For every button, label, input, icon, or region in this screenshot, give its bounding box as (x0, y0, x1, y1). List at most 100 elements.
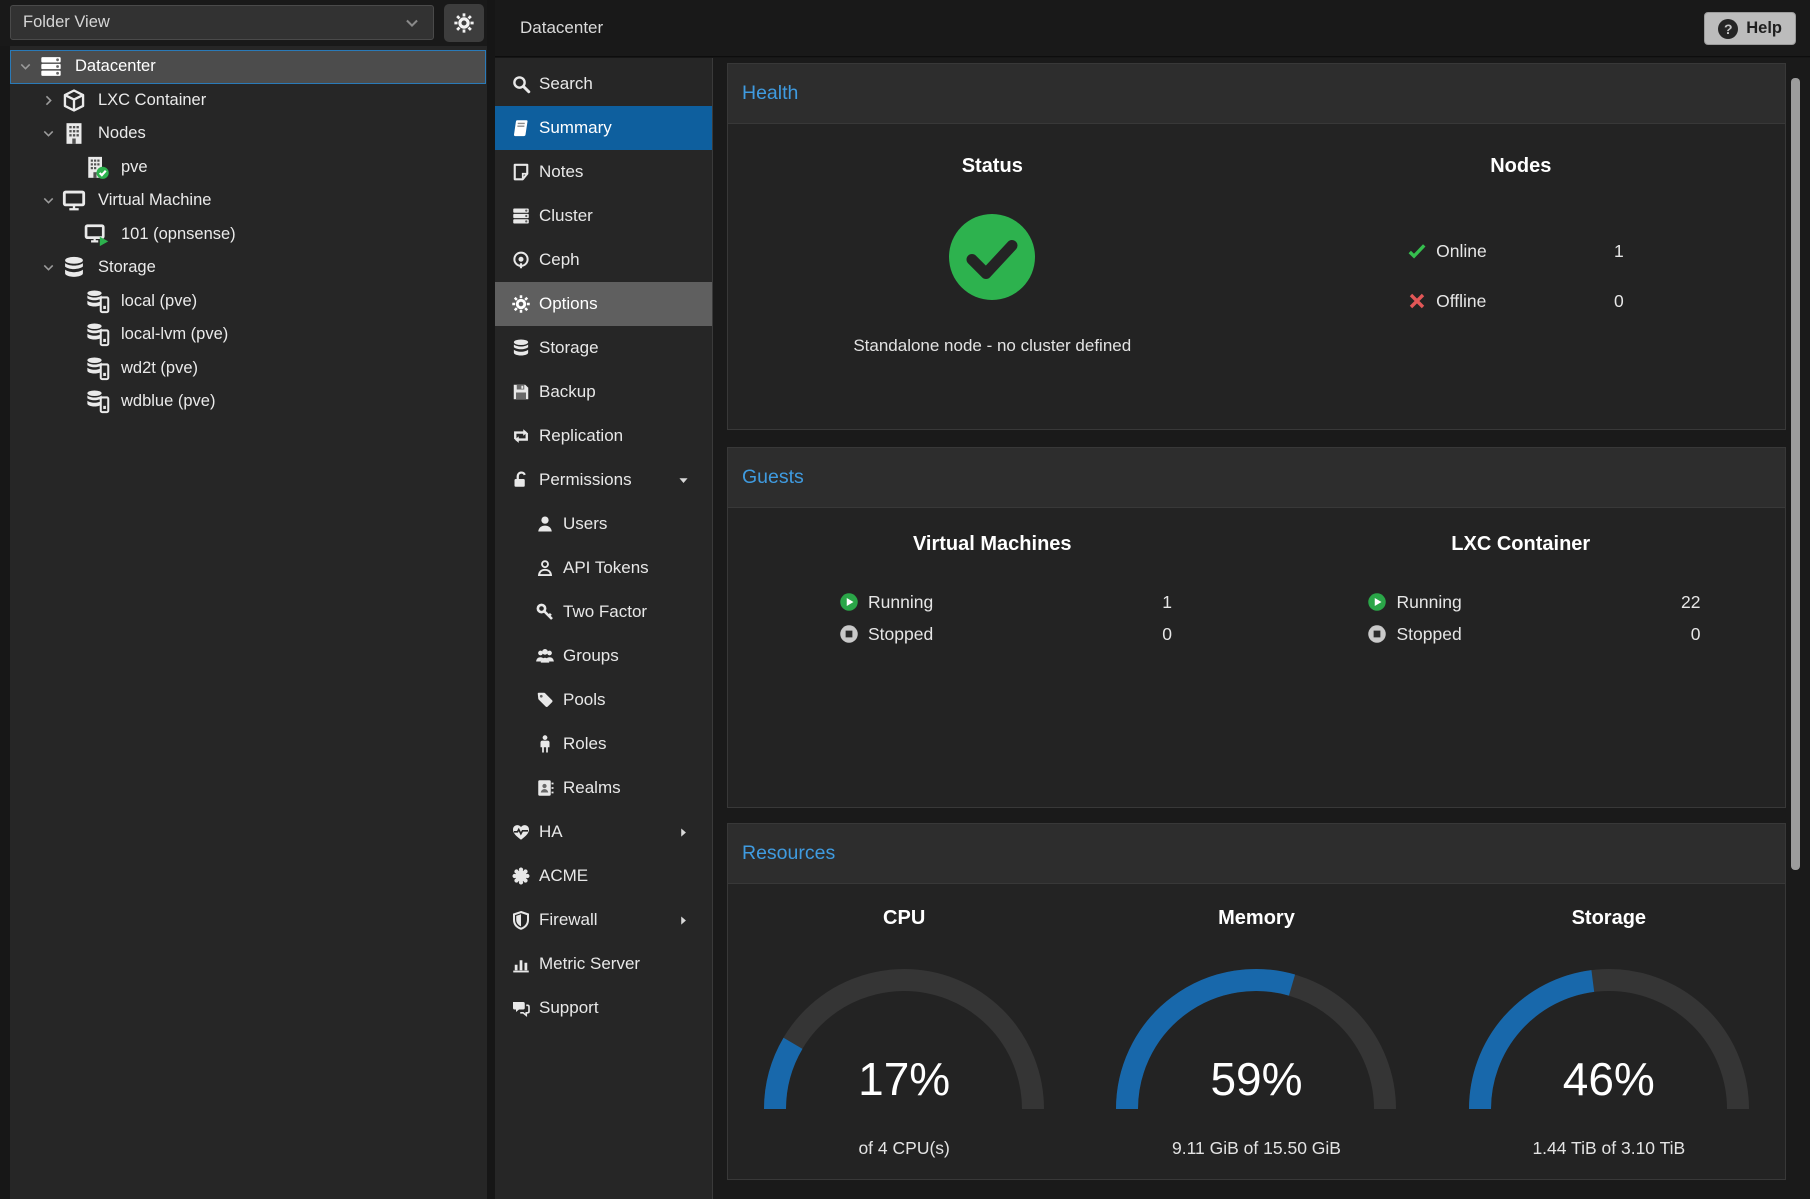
chevron-down-icon[interactable] (14, 59, 37, 75)
book-icon (509, 118, 533, 139)
chevron-down-icon[interactable] (37, 126, 60, 142)
server-icon (509, 206, 533, 227)
nav-item-metric-server[interactable]: Metric Server (495, 942, 712, 986)
nav-item-search[interactable]: Search (495, 62, 712, 106)
gauge-subtext: 1.44 TiB of 3.10 TiB (1433, 1138, 1785, 1159)
vertical-scrollbar-thumb[interactable] (1791, 78, 1800, 870)
datacenter-nav: SearchSummaryNotes Cluster CephOptions Stor… (495, 58, 713, 1199)
nav-item-summary[interactable]: Summary (495, 106, 712, 150)
tree-item-storage[interactable]: Storage (10, 251, 486, 285)
nav-item-options[interactable]: Options (495, 282, 712, 326)
question-circle-icon: ? (1718, 19, 1738, 39)
nav-item-label: Pools (563, 690, 606, 710)
chevron-down-icon[interactable] (37, 260, 60, 276)
tree-item-label: Virtual Machine (98, 191, 211, 210)
ceph-icon (509, 250, 533, 271)
nav-item-cluster[interactable]: Cluster (495, 194, 712, 238)
nav-item-pools[interactable]: Pools (495, 678, 712, 722)
status-label: Online (1436, 241, 1487, 262)
status-value: 1 (1162, 592, 1172, 613)
nav-item-api-tokens[interactable]: API Tokens (495, 546, 712, 590)
status-value: 0 (1614, 291, 1624, 312)
tree-item-wd2t-pve[interactable]: wd2t (pve) (10, 352, 486, 386)
note-icon (509, 162, 533, 183)
gauge-cpu: 17% (759, 964, 1049, 1124)
nav-item-groups[interactable]: Groups (495, 634, 712, 678)
nav-item-ha[interactable]: HA (495, 810, 712, 854)
nav-item-label: Permissions (539, 470, 632, 490)
tree-item-datacenter[interactable]: Datacenter (10, 50, 486, 84)
top-bar: Datacenter ? Help (495, 0, 1810, 57)
monitor-icon (60, 188, 88, 213)
status-value: 1 (1614, 241, 1624, 262)
nav-item-replication[interactable]: Replication (495, 414, 712, 458)
unlock-icon (509, 470, 533, 491)
tree-item-pve[interactable]: pve (10, 151, 486, 185)
nav-item-label: Cluster (539, 206, 593, 226)
tree-item-virtual-machine[interactable]: Virtual Machine (10, 184, 486, 218)
heartbeat-icon (509, 822, 533, 843)
nav-item-label: API Tokens (563, 558, 649, 578)
server-icon (37, 54, 65, 79)
nav-item-roles[interactable]: Roles (495, 722, 712, 766)
users-icon (533, 646, 557, 667)
guest-column-title: LXC Container (1257, 532, 1786, 556)
resource-column-memory: Memory 59% 9.11 GiB of 15.50 GiB (1080, 884, 1432, 1159)
status-value: 22 (1681, 592, 1700, 613)
tree-item-local-pve[interactable]: local (pve) (10, 285, 486, 319)
help-button[interactable]: ? Help (1704, 12, 1796, 45)
tree-item-nodes[interactable]: Nodes (10, 117, 486, 151)
tree-item-label: Storage (98, 258, 156, 277)
nav-item-support[interactable]: Support (495, 986, 712, 1030)
gauge-subtext: 9.11 GiB of 15.50 GiB (1080, 1138, 1432, 1159)
resource-title: Storage (1433, 906, 1785, 930)
guests-panel-title: Guests (728, 448, 1785, 508)
chevron-right-icon[interactable] (37, 92, 60, 108)
expander-spacer (60, 159, 83, 175)
view-mode-select[interactable]: Folder View (10, 5, 434, 40)
tree-item-101-opnsense[interactable]: 101 (opnsense) (10, 218, 486, 252)
expander-spacer (60, 327, 83, 343)
nav-item-acme[interactable]: ACME (495, 854, 712, 898)
nav-item-notes[interactable]: Notes (495, 150, 712, 194)
tree-item-label: Nodes (98, 124, 146, 143)
resource-title: Memory (1080, 906, 1432, 930)
health-panel-title: Health (728, 64, 1785, 124)
guest-column-title: Virtual Machines (728, 532, 1257, 556)
tree-settings-button[interactable] (444, 4, 484, 42)
nav-item-permissions[interactable]: Permissions (495, 458, 712, 502)
tree-item-local-lvm-pve[interactable]: local-lvm (pve) (10, 318, 486, 352)
resource-title: CPU (728, 906, 1080, 930)
nav-item-two-factor[interactable]: Two Factor (495, 590, 712, 634)
nav-item-firewall[interactable]: Firewall (495, 898, 712, 942)
tree-item-wdblue-pve[interactable]: wdblue (pve) (10, 385, 486, 419)
database-drive-icon (83, 322, 111, 347)
gauge-memory: 59% (1111, 964, 1401, 1124)
nav-item-label: Firewall (539, 910, 598, 930)
nav-item-label: Replication (539, 426, 623, 446)
nav-item-label: Realms (563, 778, 621, 798)
person-icon (533, 734, 557, 755)
status-label: Stopped (868, 624, 933, 645)
tree-item-label: Datacenter (75, 57, 156, 76)
tree-item-lxc-container[interactable]: LXC Container (10, 84, 486, 118)
nodes-title: Nodes (1257, 154, 1786, 178)
key-icon (533, 602, 557, 623)
chevron-down-icon[interactable] (37, 193, 60, 209)
nav-item-storage[interactable]: Storage (495, 326, 712, 370)
gauge-storage: 46% (1464, 964, 1754, 1124)
address-book-icon (533, 778, 557, 799)
gauge-percent: 46% (1464, 1052, 1754, 1106)
monitor-play-icon (83, 222, 111, 247)
status-row-stopped: Stopped0 (839, 618, 1172, 650)
nav-item-realms[interactable]: Realms (495, 766, 712, 810)
nav-item-users[interactable]: Users (495, 502, 712, 546)
nav-item-label: Storage (539, 338, 599, 358)
nav-item-backup[interactable]: Backup (495, 370, 712, 414)
status-label: Offline (1436, 291, 1486, 312)
nav-item-label: Groups (563, 646, 619, 666)
submenu-arrow-icon (677, 826, 690, 839)
status-row-offline: Offline 0 (1407, 276, 1624, 326)
nav-item-ceph[interactable]: Ceph (495, 238, 712, 282)
status-row-running: Running1 (839, 586, 1172, 618)
